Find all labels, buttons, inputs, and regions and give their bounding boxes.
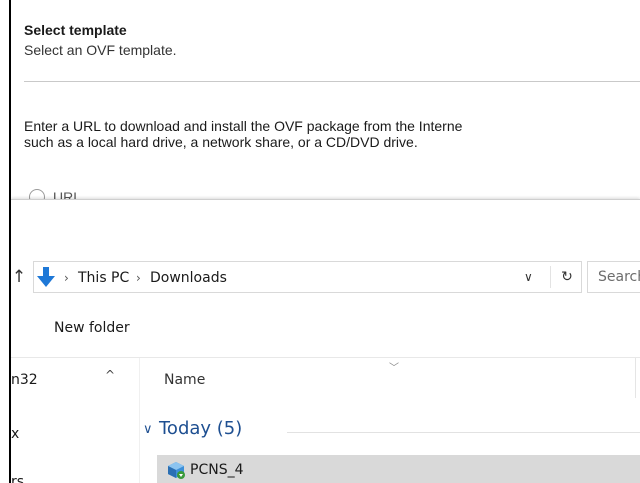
screen: Select template Select an OVF template. … (0, 0, 640, 483)
new-folder-button[interactable]: New folder (54, 320, 130, 336)
breadcrumb-this-pc[interactable]: This PC (78, 270, 129, 286)
group-header-line (287, 432, 640, 433)
address-bar-separator (550, 266, 551, 288)
navigation-pane: n32 ^ x rs (11, 358, 140, 483)
wizard-description-line-2: such as a local hard drive, a network sh… (24, 134, 418, 150)
arrow-up-icon[interactable]: ↑ (11, 267, 27, 287)
nav-item[interactable]: n32 (11, 372, 38, 388)
address-bar[interactable]: › This PC › Downloads ∨ ↻ (33, 261, 582, 293)
column-divider[interactable] (635, 358, 636, 398)
file-open-dialog: ↑ › This PC › Downloads ∨ ↻ New folder n… (11, 199, 640, 483)
breadcrumb-downloads[interactable]: Downloads (150, 270, 227, 286)
file-row[interactable]: PCNS_4 (157, 455, 640, 483)
wizard-description: Enter a URL to download and install the … (24, 118, 462, 150)
column-header-name[interactable]: Name (164, 372, 205, 388)
wizard-step-subtitle: Select an OVF template. (24, 42, 177, 58)
breadcrumb-separator: › (136, 271, 141, 285)
nav-item[interactable]: rs (11, 474, 24, 483)
breadcrumb-separator: › (64, 271, 69, 285)
wizard-step-title: Select template (24, 22, 127, 38)
chevron-down-icon[interactable]: ∨ (524, 270, 533, 284)
group-header-today[interactable]: Today (5) (159, 418, 242, 439)
file-name: PCNS_4 (190, 462, 244, 478)
search-input[interactable] (588, 262, 640, 292)
download-arrow-icon (37, 267, 55, 287)
chevron-down-icon[interactable]: ∨ (143, 422, 153, 437)
ovf-package-icon (168, 462, 185, 479)
chevron-up-icon[interactable]: ^ (105, 368, 115, 382)
nav-item[interactable]: x (11, 426, 19, 442)
search-box[interactable] (587, 261, 640, 293)
wizard-description-line-1: Enter a URL to download and install the … (24, 118, 463, 134)
sort-indicator-icon: ﹀ (389, 363, 399, 374)
refresh-icon[interactable]: ↻ (558, 268, 576, 286)
wizard-divider (24, 81, 640, 82)
